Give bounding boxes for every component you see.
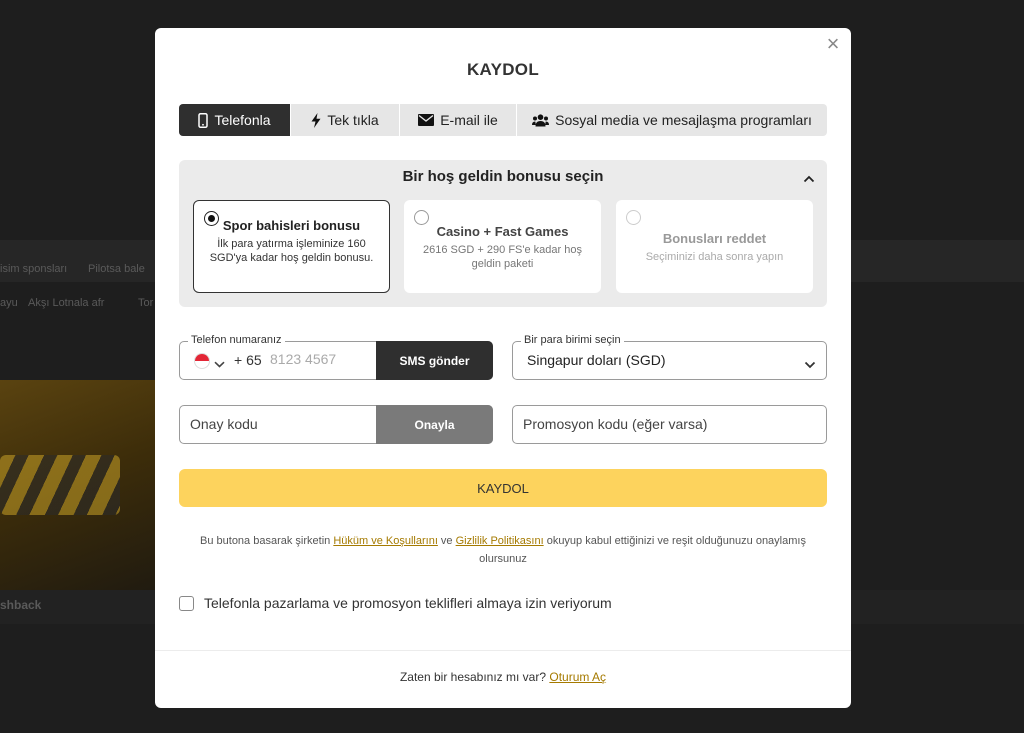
currency-select[interactable]: Bir para birimi seçin Singapur doları (S… [512, 334, 827, 380]
modal-title: KAYDOL [466, 60, 540, 79]
bonus-option-title: Casino + Fast Games [436, 224, 569, 239]
tab-email[interactable]: E-mail ile [400, 104, 517, 136]
bonus-option-sports[interactable]: Spor bahisleri bonusu İlk para yatırma i… [193, 200, 390, 293]
chevron-up-icon[interactable] [803, 170, 815, 188]
send-sms-button[interactable]: SMS gönder [376, 341, 493, 380]
background-caption: shback [0, 598, 42, 612]
promo-code-input[interactable] [523, 416, 813, 432]
registration-modal: × KAYDOL Telefonla Tek tıkla E-mail ile [155, 28, 851, 708]
bonus-option-title: Bonusları reddet [662, 231, 767, 246]
bonus-option-casino[interactable]: Casino + Fast Games 2616 SGD + 290 FS'e … [404, 200, 601, 293]
divider [155, 650, 851, 651]
login-prompt-text: Zaten bir hesabınız mı var? [399, 670, 550, 684]
background-link: Akşı Lotnala afr [28, 297, 105, 309]
privacy-link[interactable]: Gizlilik Politikasını [456, 535, 544, 547]
background-banner-art [0, 455, 120, 515]
bonus-title: Bir hoş geldin bonusu seçin [402, 168, 604, 185]
chevron-down-icon[interactable] [214, 355, 225, 373]
confirmation-code-input[interactable] [190, 416, 370, 432]
tab-phone[interactable]: Telefonla [179, 104, 291, 136]
bonus-option-desc: Seçiminizi daha sonra yapın [645, 251, 784, 263]
radio-selected[interactable] [204, 211, 219, 226]
chevron-down-icon [804, 356, 816, 374]
bonus-option-desc: 2616 SGD + 290 FS'e kadar hoş geldin pak… [423, 244, 582, 270]
tab-social[interactable]: Sosyal media ve mesajlaşma programları [517, 104, 827, 136]
terms-text-part: Bu butona basarak şirketin [200, 535, 334, 547]
background-link: ayu [0, 297, 18, 309]
radio-unselected[interactable] [626, 210, 641, 225]
marketing-consent-label[interactable]: Telefonla pazarlama ve promosyon teklifl… [204, 595, 612, 611]
background-link: Pilotsa bale [88, 263, 145, 275]
tab-one-click[interactable]: Tek tıkla [291, 104, 400, 136]
terms-text: Bu butona basarak şirketin Hüküm ve Koşu… [179, 532, 827, 568]
phone-input[interactable] [270, 351, 370, 367]
close-icon[interactable]: × [823, 33, 843, 55]
confirmation-code-field: Onayla [179, 405, 493, 444]
radio-unselected[interactable] [414, 210, 429, 225]
tab-label: Telefonla [214, 112, 271, 128]
bonus-selector: Bir hoş geldin bonusu seçin Spor bahisle… [179, 160, 827, 307]
tab-label: Sosyal media ve mesajlaşma programları [555, 112, 812, 128]
background-link: Tor [138, 297, 154, 309]
bolt-icon [311, 112, 321, 128]
users-icon [532, 113, 550, 127]
currency-value: Singapur doları (SGD) [527, 352, 666, 368]
registration-method-tabs: Telefonla Tek tıkla E-mail ile Sosyal me… [179, 104, 827, 136]
login-prompt: Zaten bir hesabınız mı var? Oturum Aç [155, 670, 851, 684]
promo-code-field [512, 405, 827, 444]
bonus-option-title: Spor bahisleri bonusu [222, 218, 361, 233]
singapore-flag-icon[interactable] [194, 353, 210, 369]
phone-field-label: Telefon numaranız [188, 334, 285, 346]
bonus-option-decline[interactable]: Bonusları reddet Seçiminizi daha sonra y… [616, 200, 813, 293]
background-link: isim sponsları [0, 263, 68, 275]
tab-label: E-mail ile [440, 112, 498, 128]
tab-label: Tek tıkla [327, 112, 379, 128]
phone-icon [198, 112, 209, 128]
phone-field: Telefon numaranız + 65 SMS gönder [179, 334, 493, 380]
terms-link[interactable]: Hüküm ve Koşullarını [333, 535, 438, 547]
confirm-button[interactable]: Onayla [376, 405, 493, 444]
marketing-consent-checkbox[interactable] [179, 596, 194, 611]
country-code: + 65 [234, 352, 262, 368]
bonus-option-desc: İlk para yatırma işleminize 160 SGD'ya k… [209, 238, 374, 264]
envelope-icon [418, 114, 435, 126]
login-link[interactable]: Oturum Aç [549, 670, 606, 684]
register-button[interactable]: KAYDOL [179, 469, 827, 507]
terms-text-part: ve [437, 535, 456, 547]
currency-field-label: Bir para birimi seçin [521, 334, 624, 346]
